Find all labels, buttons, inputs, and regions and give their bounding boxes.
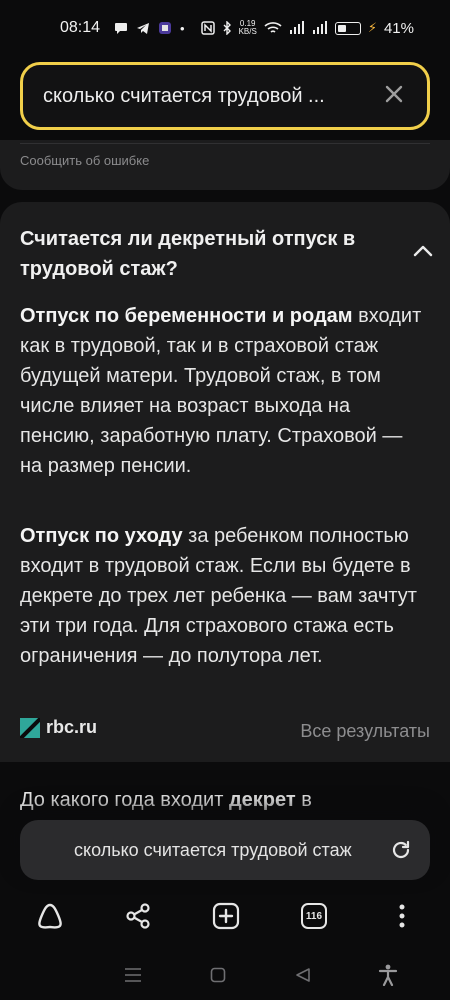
system-navigation-bar	[0, 950, 450, 1000]
battery-icon	[334, 21, 361, 35]
source-name: rbc.ru	[46, 717, 98, 737]
accessibility-button[interactable]	[376, 963, 400, 987]
back-button[interactable]	[291, 963, 315, 987]
alice-assistant-button[interactable]	[32, 898, 68, 934]
all-results-link[interactable]: Все результаты	[300, 721, 430, 742]
dot-icon: •	[180, 20, 185, 36]
recent-apps-button[interactable]	[121, 963, 145, 987]
new-tab-button[interactable]	[208, 898, 244, 934]
report-error-link[interactable]: Сообщить об ошибке	[20, 153, 149, 168]
square-icon	[210, 967, 225, 983]
answer-paragraph-1-bold: Отпуск по беременности и родам	[20, 305, 353, 327]
tabs-button[interactable]: 116	[296, 898, 332, 934]
chat-bubble-icon	[115, 23, 128, 34]
divider	[20, 143, 430, 144]
menu-button[interactable]	[384, 898, 420, 934]
network-speed: 0.19 KB/S	[239, 20, 257, 36]
tab-count-badge: 116	[301, 903, 327, 929]
rbc-logo-icon	[20, 717, 40, 738]
bottom-search-bar[interactable]: сколько считается трудовой стаж	[20, 820, 430, 880]
close-icon[interactable]	[379, 81, 409, 112]
battery-percent: 41%	[383, 19, 414, 37]
browser-toolbar: 116	[0, 888, 450, 944]
share-button[interactable]	[120, 898, 156, 934]
triangle-back-icon	[295, 968, 310, 982]
status-bar: 08:14 • 0.19 KB/S ⚡ 41%	[0, 0, 450, 56]
home-button[interactable]	[206, 963, 230, 987]
network-speed-unit: KB/S	[238, 27, 257, 36]
bluetooth-icon	[223, 21, 231, 35]
app-notification-icon	[159, 22, 172, 34]
next-question-tail: в	[295, 789, 312, 811]
notification-icons: •	[114, 21, 185, 36]
answer-paragraph-1-text: входит как в трудовой, так и в страховой…	[20, 305, 422, 477]
next-question-text: До какого года входит	[20, 789, 229, 811]
reload-icon[interactable]	[388, 837, 414, 863]
next-question-bold: декрет	[228, 789, 296, 811]
search-field[interactable]: сколько считается трудовой ...	[20, 62, 430, 130]
signal-icon-2	[312, 21, 327, 34]
source-link[interactable]: rbc.ru	[20, 717, 97, 738]
answer-paragraph-2: Отпуск по уходу за ребенком полностью вх…	[20, 521, 430, 671]
plus-icon	[212, 902, 240, 930]
accessibility-icon	[378, 964, 397, 986]
menu-lines-icon	[124, 968, 141, 982]
previous-result-card: Сообщить об ошибке	[0, 140, 450, 190]
system-icons: 0.19 KB/S ⚡ 41%	[200, 19, 414, 37]
answer-card: Считается ли декретный отпуск в трудовой…	[0, 202, 450, 762]
question-title[interactable]: Считается ли декретный отпуск в трудовой…	[20, 224, 390, 284]
charging-icon: ⚡	[367, 20, 377, 35]
answer-paragraph-2-bold: Отпуск по уходу	[20, 525, 183, 547]
nfc-icon	[200, 21, 215, 35]
wifi-icon	[264, 22, 282, 33]
share-icon	[126, 903, 150, 929]
search-query[interactable]: сколько считается трудовой ...	[43, 85, 379, 108]
status-time: 08:14	[60, 19, 101, 36]
more-vertical-icon	[399, 904, 405, 928]
alice-icon	[38, 903, 62, 929]
signal-icon	[289, 21, 304, 34]
bottom-search-query[interactable]: сколько считается трудовой стаж	[74, 840, 388, 861]
telegram-icon	[137, 23, 150, 34]
next-question[interactable]: До какого года входит декрет в	[20, 785, 430, 815]
chevron-up-icon[interactable]	[413, 244, 433, 258]
answer-paragraph-1: Отпуск по беременности и родам входит ка…	[20, 301, 430, 481]
